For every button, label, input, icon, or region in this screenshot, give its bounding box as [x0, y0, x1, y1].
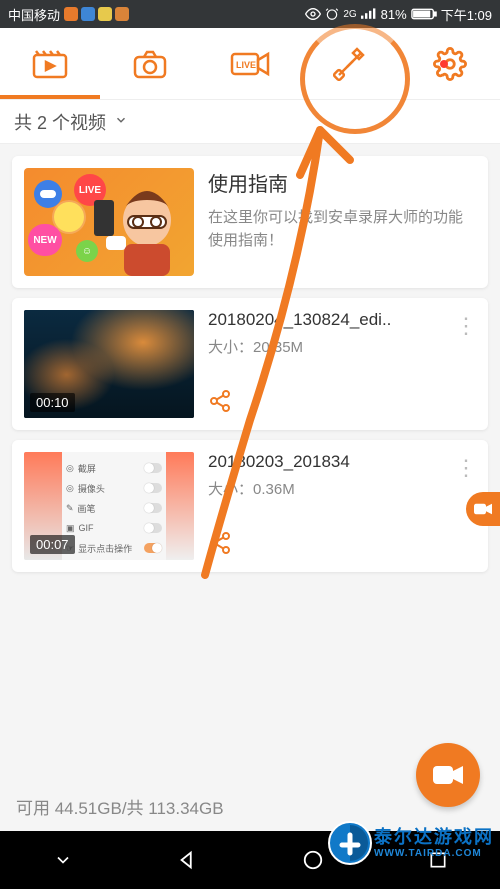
duration-badge: 00:07 — [30, 535, 75, 554]
record-fab[interactable] — [416, 743, 480, 807]
indicator-record-icon — [64, 7, 78, 21]
top-tab-bar: LIVE — [0, 28, 500, 100]
guide-info: 使用指南 在这里你可以找到安卓录屏大师的功能使用指南！ — [208, 168, 476, 276]
video-thumbnail: ◎截屏 ◎摄像头 ✎画笔 ▣GIF ☞显示点击操作 00:07 — [24, 452, 194, 560]
clock-label: 下午1:09 — [441, 5, 492, 24]
share-button[interactable] — [208, 400, 232, 417]
battery-pct: 81% — [381, 7, 407, 22]
share-button[interactable] — [208, 542, 232, 559]
indicator-chat-icon — [115, 7, 129, 21]
eye-icon — [305, 6, 321, 22]
guide-description: 在这里你可以找到安卓录屏大师的功能使用指南！ — [208, 207, 476, 252]
guide-thumbnail: LIVE NEW ☺ — [24, 168, 194, 276]
settings-notification-dot — [440, 60, 448, 68]
status-left: 中国移动 — [8, 5, 129, 24]
new-badge-icon: NEW — [28, 224, 62, 256]
avatar-illustration — [104, 180, 190, 276]
signal-icon — [361, 7, 377, 21]
status-bar: 中国移动 2G 81% 下午1:09 — [0, 0, 500, 28]
battery-icon — [411, 8, 437, 20]
video-count-dropdown[interactable]: 共 2 个视频 — [0, 100, 500, 144]
video-thumbnail: 00:10 — [24, 310, 194, 418]
indicator-download-icon — [98, 7, 112, 21]
tab-settings[interactable] — [430, 44, 470, 84]
active-tab-underline — [0, 95, 100, 99]
lightbulb-icon — [54, 202, 84, 232]
carrier-label: 中国移动 — [8, 5, 60, 24]
indicator-alipay-icon — [81, 7, 95, 21]
video-card[interactable]: 00:10 20180204_130824_edi.. 大小：20.35M ⋮ — [12, 298, 488, 430]
status-right: 2G 81% 下午1:09 — [305, 5, 492, 24]
video-actions — [208, 381, 476, 418]
content-area: LIVE NEW ☺ 使用指南 在这里你可以找到安卓录屏大师的功能使用指南！ — [0, 144, 500, 584]
watermark-cn: 泰尔达游戏网 — [374, 827, 494, 848]
tab-camera[interactable] — [130, 44, 170, 84]
tab-tools[interactable] — [330, 44, 370, 84]
guide-title: 使用指南 — [208, 168, 476, 197]
chevron-down-icon — [114, 111, 128, 132]
nav-back-button[interactable] — [174, 846, 202, 874]
video-title: 20180203_201834 — [208, 452, 476, 472]
video-actions — [208, 523, 476, 560]
floating-record-mini[interactable] — [466, 492, 500, 526]
video-count-label: 共 2 个视频 — [14, 109, 106, 135]
nav-home-button[interactable] — [299, 846, 327, 874]
watermark: 泰尔达游戏网 WWW.TAIRDA.COM — [328, 821, 494, 865]
watermark-logo-icon — [328, 821, 372, 865]
storage-label: 可用 44.51GB/共 113.34GB — [16, 799, 224, 818]
watermark-en: WWW.TAIRDA.COM — [374, 848, 494, 860]
video-size: 大小：20.35M — [208, 336, 476, 357]
guide-card[interactable]: LIVE NEW ☺ 使用指南 在这里你可以找到安卓录屏大师的功能使用指南！ — [12, 156, 488, 288]
network-label: 2G — [343, 9, 356, 20]
video-size: 大小：0.36M — [208, 478, 476, 499]
gamepad-icon — [34, 180, 62, 208]
svg-text:LIVE: LIVE — [236, 60, 256, 70]
watermark-text: 泰尔达游戏网 WWW.TAIRDA.COM — [374, 827, 494, 859]
tab-live[interactable]: LIVE — [230, 44, 270, 84]
alarm-icon — [325, 7, 339, 21]
more-button[interactable]: ⋮ — [454, 312, 478, 340]
duration-badge: 00:10 — [30, 393, 75, 412]
video-info: 20180203_201834 大小：0.36M — [208, 452, 476, 560]
video-title: 20180204_130824_edi.. — [208, 310, 476, 330]
smiley-icon: ☺ — [76, 240, 98, 262]
tab-videos[interactable] — [30, 44, 70, 84]
video-info: 20180204_130824_edi.. 大小：20.35M — [208, 310, 476, 418]
nav-hide-button[interactable] — [49, 846, 77, 874]
video-card[interactable]: ◎截屏 ◎摄像头 ✎画笔 ▣GIF ☞显示点击操作 00:07 20180203… — [12, 440, 488, 572]
more-button[interactable]: ⋮ — [454, 454, 478, 482]
status-indicators — [64, 7, 129, 21]
